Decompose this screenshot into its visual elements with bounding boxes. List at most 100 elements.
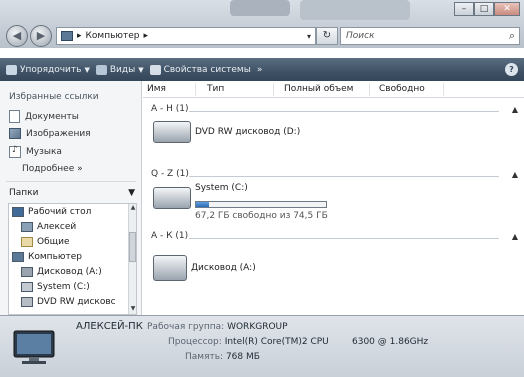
breadcrumb-computer[interactable]: Компьютер <box>86 31 140 41</box>
computer-icon <box>61 31 73 41</box>
back-button[interactable]: ◀ <box>6 25 28 47</box>
drive-free-space-text: 67,2 ГБ свободно из 74,5 ГБ <box>195 211 328 221</box>
column-header-free-space[interactable]: Свободно <box>379 84 425 94</box>
tree-item-system-c[interactable]: System (C:) <box>21 282 90 292</box>
document-icon <box>9 110 20 123</box>
computer-icon <box>12 252 24 262</box>
tree-item-label: Алексей <box>37 222 77 232</box>
toolbar-overflow-button[interactable]: » <box>257 65 263 75</box>
favorites-title: Избранные ссылки <box>9 92 99 102</box>
group-header[interactable]: Q - Z (1) <box>151 169 189 179</box>
memory-line: Память: 768 МБ <box>185 352 260 362</box>
pictures-icon <box>9 128 21 139</box>
system-properties-icon <box>149 64 161 75</box>
views-label: Виды <box>109 64 136 75</box>
organize-menu[interactable]: Упорядочить ▼ <box>6 64 90 75</box>
processor-line: Процессор: Intel(R) Core(TM)2 CPU <box>168 337 329 347</box>
processor-speed: 6300 @ 1.86GHz <box>352 337 429 347</box>
scrollbar-thumb[interactable] <box>129 232 136 262</box>
search-placeholder: Поиск <box>346 31 375 41</box>
computer-name: АЛЕКСЕЙ-ПК <box>76 321 143 332</box>
views-menu[interactable]: Виды ▼ <box>95 64 144 75</box>
group-label: А - Н (1) <box>151 104 189 114</box>
drive-item-name: System (C:) <box>195 183 248 193</box>
tree-item-label: Компьютер <box>28 252 82 262</box>
explorer-window: – □ ✕ ◀ ▶ ▸ Компьютер ▸ ▾ ↻ Поиск ⌕ Упор… <box>0 0 524 377</box>
music-icon <box>9 145 21 158</box>
nav-link-pictures[interactable]: Изображения <box>9 128 91 139</box>
drive-item-floppy[interactable]: Дисковод (A:) <box>153 255 256 281</box>
tree-item-public[interactable]: Общие <box>21 237 70 247</box>
column-divider[interactable] <box>443 83 444 96</box>
address-bar[interactable]: ▸ Компьютер ▸ ▾ <box>56 27 316 45</box>
drive-item-dvd[interactable]: DVD RW дисковод (D:) <box>153 121 300 143</box>
tree-item-user[interactable]: Алексей <box>21 222 76 232</box>
command-bar: Упорядочить ▼ Виды ▼ Свойства системы » … <box>0 58 524 81</box>
floppy-drive-icon <box>153 255 187 281</box>
hard-drive-icon <box>21 282 33 292</box>
tree-scrollbar[interactable]: ▲ ▼ <box>128 204 136 314</box>
nav-link-documents[interactable]: Документы <box>9 110 79 123</box>
tree-item-floppy[interactable]: Дисковод (A:) <box>21 267 102 277</box>
dvd-icon <box>21 297 33 307</box>
help-icon[interactable]: ? <box>505 63 518 76</box>
chevron-down-icon: ▼ <box>138 65 144 74</box>
system-properties-label: Свойства системы <box>163 64 251 75</box>
chevron-down-icon: ▼ <box>84 65 90 74</box>
drive-item-name: Дисковод (A:) <box>191 263 256 273</box>
folders-header[interactable]: Папки ▼ <box>0 185 141 201</box>
group-header[interactable]: А - К (1) <box>151 231 188 241</box>
address-dropdown-icon[interactable]: ▾ <box>303 32 315 41</box>
maximize-button[interactable]: □ <box>474 2 494 16</box>
hard-drive-icon <box>153 187 191 209</box>
tree-item-label: Дисковод (A:) <box>37 267 102 277</box>
chevron-down-icon: ▼ <box>128 188 135 198</box>
dvd-drive-icon <box>153 121 191 143</box>
background-window-hint <box>300 0 410 20</box>
search-icon[interactable]: ⌕ <box>509 29 519 43</box>
column-divider[interactable] <box>195 83 196 96</box>
more-links-button[interactable]: Подробнее » <box>22 164 83 174</box>
collapse-icon[interactable]: ▲ <box>512 105 518 114</box>
minimize-button[interactable]: – <box>454 2 474 16</box>
workgroup-line: Рабочая группа: WORKGROUP <box>147 322 288 332</box>
tree-item-dvd[interactable]: DVD RW дисковс <box>21 297 116 307</box>
nav-link-label: Изображения <box>26 128 91 139</box>
organize-icon <box>6 64 17 75</box>
desktop-icon <box>12 207 24 217</box>
nav-link-label: Музыка <box>26 147 62 157</box>
column-divider[interactable] <box>273 83 274 96</box>
column-divider[interactable] <box>369 83 370 96</box>
tree-item-label: DVD RW дисковс <box>37 297 116 307</box>
organize-label: Упорядочить <box>20 64 82 75</box>
system-properties-button[interactable]: Свойства системы <box>149 64 251 75</box>
collapse-icon[interactable]: ▲ <box>512 170 518 179</box>
search-input[interactable]: Поиск ⌕ <box>340 27 520 45</box>
tree-item-computer[interactable]: Компьютер <box>12 252 82 262</box>
column-headers: Имя Тип Полный объем Свободно <box>143 81 524 98</box>
forward-button[interactable]: ▶ <box>30 25 52 47</box>
nav-link-label: Документы <box>25 111 79 122</box>
scroll-down-icon[interactable]: ▼ <box>129 305 136 313</box>
collapse-icon[interactable]: ▲ <box>512 232 518 241</box>
column-header-type[interactable]: Тип <box>207 84 224 94</box>
capacity-bar-fill <box>196 202 209 207</box>
refresh-button[interactable]: ↻ <box>316 27 338 45</box>
group-header[interactable]: А - Н (1) <box>151 104 189 114</box>
close-button[interactable]: ✕ <box>494 2 520 16</box>
window-controls: – □ ✕ <box>454 2 520 16</box>
nav-link-music[interactable]: Музыка <box>9 145 62 158</box>
divider <box>6 181 136 182</box>
column-header-total-size[interactable]: Полный объем <box>284 84 353 94</box>
tree-item-desktop[interactable]: Рабочий стол <box>12 207 91 217</box>
column-header-name[interactable]: Имя <box>147 84 166 94</box>
background-window-hint <box>230 0 290 16</box>
tree-item-label: Общие <box>37 237 70 247</box>
folders-title: Папки <box>9 188 39 198</box>
group-label: А - К (1) <box>151 231 189 241</box>
scroll-up-icon[interactable]: ▲ <box>129 204 136 212</box>
group-label: Q - Z (1) <box>151 169 189 179</box>
details-pane: АЛЕКСЕЙ-ПК Рабочая группа: WORKGROUP Про… <box>0 315 524 377</box>
group-divider <box>189 238 499 239</box>
breadcrumb-separator: ▸ <box>77 31 82 41</box>
